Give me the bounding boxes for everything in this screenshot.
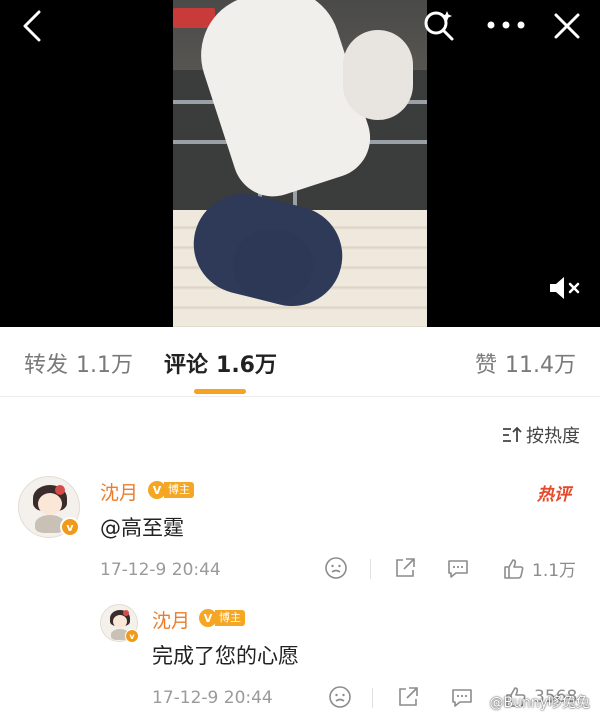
sort-icon — [503, 426, 522, 442]
video-head-top — [343, 30, 413, 120]
tab-comment-label: 评论 — [164, 353, 209, 378]
comment-time: 17-12-9 20:44 — [100, 560, 221, 580]
tab-repost-count: 1.1万 — [76, 353, 134, 378]
emoji-icon[interactable] — [328, 685, 352, 709]
blogger-badge-label: 博主 — [164, 482, 194, 498]
comment-text: 完成了您的心愿 — [152, 644, 299, 668]
share-icon[interactable] — [393, 556, 417, 580]
emoji-icon[interactable] — [324, 556, 348, 580]
verified-icon: v — [125, 629, 139, 643]
video-head-bottom — [233, 230, 313, 300]
mute-icon[interactable] — [545, 272, 583, 304]
blogger-badge: V 博主 — [199, 609, 245, 627]
comment-icon[interactable] — [446, 556, 470, 580]
video-frame — [173, 0, 427, 327]
tab-like[interactable]: 赞 11.4万 — [475, 347, 576, 379]
tab-like-label: 赞 — [474, 353, 497, 378]
tab-comment-count: 1.6万 — [216, 353, 277, 378]
active-tab-indicator — [194, 389, 246, 394]
share-icon[interactable] — [396, 685, 420, 709]
hot-comment-badge: 热评 — [537, 485, 571, 505]
sort-label: 按热度 — [526, 426, 580, 447]
back-icon[interactable] — [14, 8, 50, 44]
search-icon[interactable] — [420, 6, 458, 44]
interaction-tabs: 转发 1.1万 评论 1.6万 赞 11.4万 — [0, 327, 600, 397]
sort-button[interactable]: 按热度 — [502, 422, 580, 448]
like-button[interactable]: 1.1万 — [502, 556, 576, 581]
tab-repost[interactable]: 转发 1.1万 — [24, 347, 133, 379]
comment-username[interactable]: 沈月 — [152, 606, 190, 633]
tab-like-count: 11.4万 — [505, 353, 576, 378]
comment-time: 17-12-9 20:44 — [152, 688, 273, 708]
more-icon[interactable] — [484, 6, 528, 44]
close-icon[interactable] — [547, 6, 587, 46]
like-count: 1.1万 — [532, 561, 577, 581]
tab-comment[interactable]: 评论 1.6万 — [164, 347, 277, 379]
comment-icon[interactable] — [450, 685, 474, 709]
comment-username[interactable]: 沈月 — [100, 478, 138, 505]
tab-repost-label: 转发 — [24, 353, 69, 378]
blogger-badge-label: 博主 — [215, 610, 245, 626]
like-icon — [504, 558, 524, 579]
video-player[interactable] — [0, 0, 600, 327]
verified-icon: v — [60, 517, 80, 537]
comment-text: @高至霆 — [100, 516, 184, 540]
blogger-badge: V 博主 — [148, 481, 194, 499]
watermark: @Bunny哆兔兔 — [489, 695, 590, 711]
